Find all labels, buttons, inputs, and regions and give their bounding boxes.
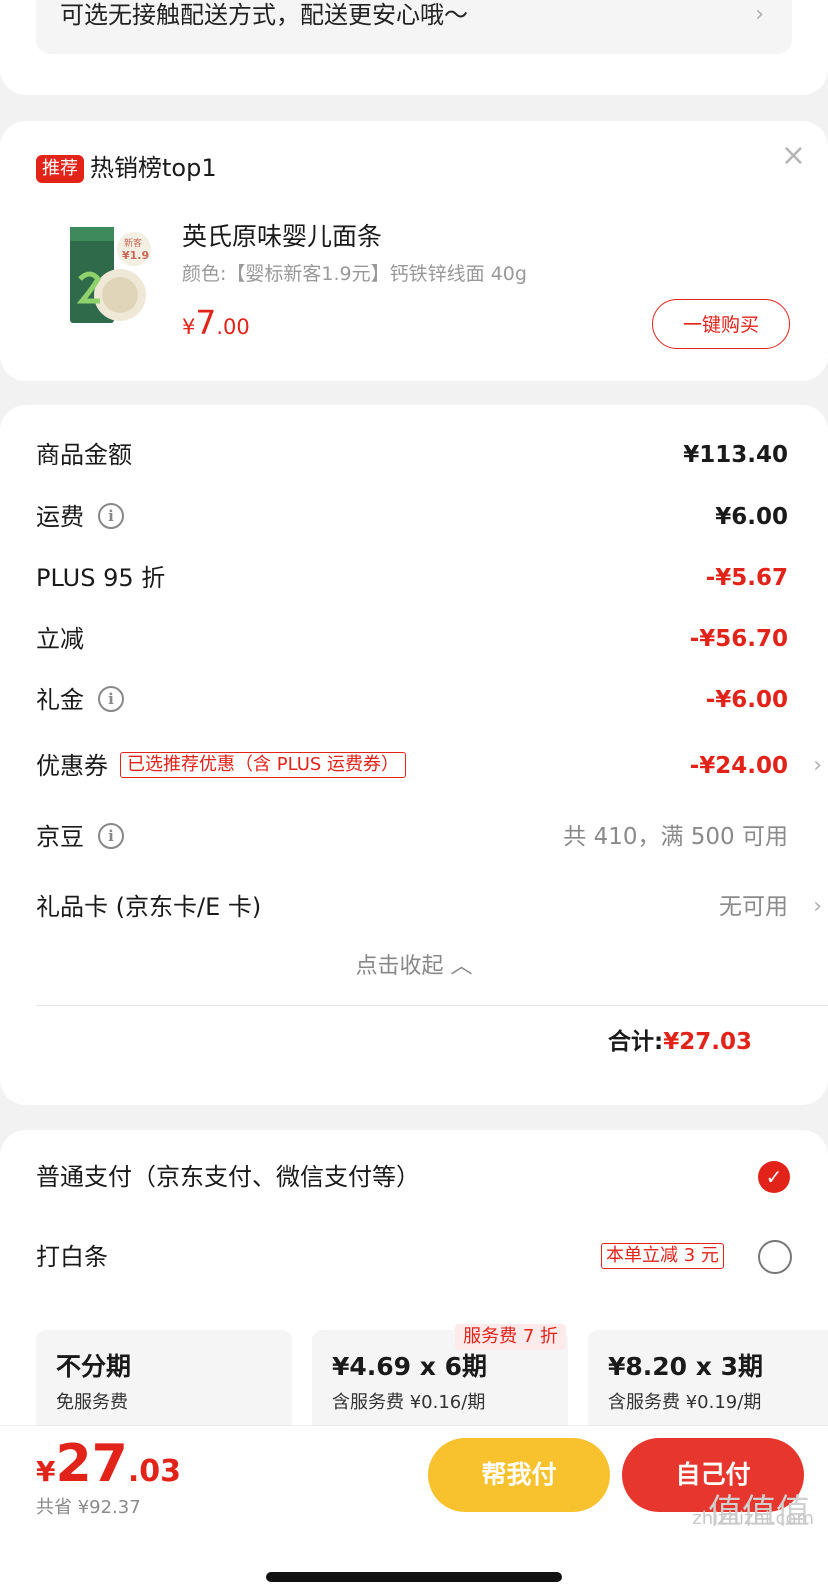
product-image[interactable]: 新客 ¥1.9: [62, 219, 152, 329]
delivery-text: 可选无接触配送方式，配送更安心哦～: [60, 1, 468, 29]
delivery-card: 可选无接触配送方式，配送更安心哦～ ›: [0, 0, 828, 95]
fee-summary-card: 商品金额 ¥113.40 运费 i ¥6.00 PLUS 95 折 -¥5.67 …: [0, 405, 828, 1105]
product-image-badge-top: 新客: [124, 239, 143, 249]
chevron-right-icon: ›: [755, 2, 764, 27]
chevron-right-icon: ›: [813, 894, 822, 919]
pay-amount-int: 27: [55, 1434, 128, 1494]
contactless-delivery-option[interactable]: 可选无接触配送方式，配送更安心哦～ ›: [36, 0, 792, 54]
jingdou-value: 共 410，满 500 可用: [563, 824, 788, 850]
coupon-row[interactable]: 优惠券 已选推荐优惠（含 PLUS 运费券） -¥24.00 ›: [36, 746, 822, 786]
product-name[interactable]: 英氏原味婴儿面条: [182, 221, 382, 253]
shipping-label-wrap: 运费 i: [36, 497, 124, 537]
watermark-text: zhizhizhi.com: [692, 1508, 814, 1529]
recommendation-card: 推荐 热销榜top1 × 新客 ¥1.9 英氏原味婴儿面条 颜色:【婴标新客1.…: [0, 121, 828, 381]
recommend-badge: 推荐: [36, 155, 84, 183]
info-icon[interactable]: i: [98, 686, 124, 712]
instant-discount-label: 立减: [36, 625, 84, 653]
gift-money-row: 礼金 i -¥6.00: [36, 680, 788, 720]
shipping-label: 运费: [36, 503, 84, 531]
plan-title: ¥4.69 x 6期: [332, 1352, 488, 1381]
product-price: ¥7.00: [182, 303, 250, 349]
pay-amount-currency: ¥: [36, 1455, 56, 1488]
coupon-tag: 已选推荐优惠（含 PLUS 运费券）: [120, 752, 407, 778]
instant-discount-value: -¥56.70: [689, 626, 788, 652]
pay-amount: ¥27.03: [36, 1434, 181, 1494]
plan-subtitle: 含服务费 ¥0.16/期: [332, 1392, 486, 1413]
jingdou-label-wrap: 京豆 i: [36, 817, 124, 857]
plan-title: 不分期: [56, 1352, 132, 1381]
shipping-value: ¥6.00: [715, 504, 788, 530]
home-indicator[interactable]: [266, 1572, 562, 1582]
divider: [36, 1005, 828, 1006]
chevron-right-icon: ›: [813, 753, 822, 778]
total-label: 合计:: [608, 1029, 664, 1055]
plan-title: ¥8.20 x 3期: [608, 1352, 764, 1381]
checkmark-icon[interactable]: ✓: [758, 1161, 790, 1193]
product-image-badge-price: ¥1.9: [122, 249, 150, 262]
product-price-dec: .00: [216, 315, 250, 339]
order-total: 合计:¥27.03: [608, 1025, 752, 1059]
shipping-row: 运费 i ¥6.00: [36, 497, 788, 537]
gift-card-value: 无可用: [719, 894, 788, 920]
close-icon[interactable]: ×: [781, 139, 806, 173]
gift-card-label: 礼品卡 (京东卡/E 卡): [36, 893, 262, 921]
baitiao-radio[interactable]: [758, 1240, 792, 1274]
instant-discount-row: 立减 -¥56.70: [36, 619, 788, 659]
collapse-toggle[interactable]: 点击收起 ︿: [0, 950, 828, 984]
product-price-currency: ¥: [182, 315, 196, 339]
pay-amount-dec: .03: [127, 1454, 182, 1489]
gift-money-label-wrap: 礼金 i: [36, 680, 124, 720]
plus-discount-value: -¥5.67: [705, 565, 788, 591]
info-icon[interactable]: i: [98, 503, 124, 529]
product-price-int: 7: [195, 303, 217, 342]
goods-amount-value: ¥113.40: [683, 442, 788, 468]
bottom-checkout-bar: ¥27.03 共省 ¥92.37 帮我付 自己付 值值值 zhizhizhi.c…: [0, 1425, 828, 1594]
gift-money-label: 礼金: [36, 686, 84, 714]
recommend-title: 热销榜top1: [90, 154, 217, 182]
coupon-value: -¥24.00: [689, 753, 788, 779]
product-spec: 颜色:【婴标新客1.9元】钙铁锌线面 40g: [182, 263, 527, 285]
jingdou-row: 京豆 i 共 410，满 500 可用: [36, 817, 788, 857]
coupon-label-wrap: 优惠券 已选推荐优惠（含 PLUS 运费券）: [36, 746, 407, 786]
gift-card-row[interactable]: 礼品卡 (京东卡/E 卡) 无可用 ›: [36, 887, 822, 927]
goods-amount-row: 商品金额 ¥113.40: [36, 435, 788, 475]
goods-amount-label: 商品金额: [36, 441, 132, 469]
plan-subtitle: 免服务费: [56, 1392, 128, 1413]
plus-discount-label: PLUS 95 折: [36, 564, 166, 592]
plus-discount-row: PLUS 95 折 -¥5.67: [36, 558, 788, 598]
normal-payment-option[interactable]: 普通支付（京东支付、微信支付等）: [36, 1160, 420, 1194]
baitiao-promo-tag: 本单立减 3 元: [601, 1243, 724, 1269]
gift-money-value: -¥6.00: [705, 687, 788, 713]
one-click-buy-button[interactable]: 一键购买: [652, 299, 790, 349]
baitiao-payment-option[interactable]: 打白条: [36, 1240, 108, 1274]
service-fee-discount-tag: 服务费 7 折: [455, 1324, 566, 1350]
info-icon[interactable]: i: [98, 823, 124, 849]
coupon-label: 优惠券: [36, 752, 108, 780]
jingdou-label: 京豆: [36, 823, 84, 851]
total-value: ¥27.03: [663, 1029, 752, 1055]
total-saved: 共省 ¥92.37: [36, 1497, 141, 1518]
plan-subtitle: 含服务费 ¥0.19/期: [608, 1392, 762, 1413]
help-me-pay-button[interactable]: 帮我付: [428, 1438, 610, 1512]
